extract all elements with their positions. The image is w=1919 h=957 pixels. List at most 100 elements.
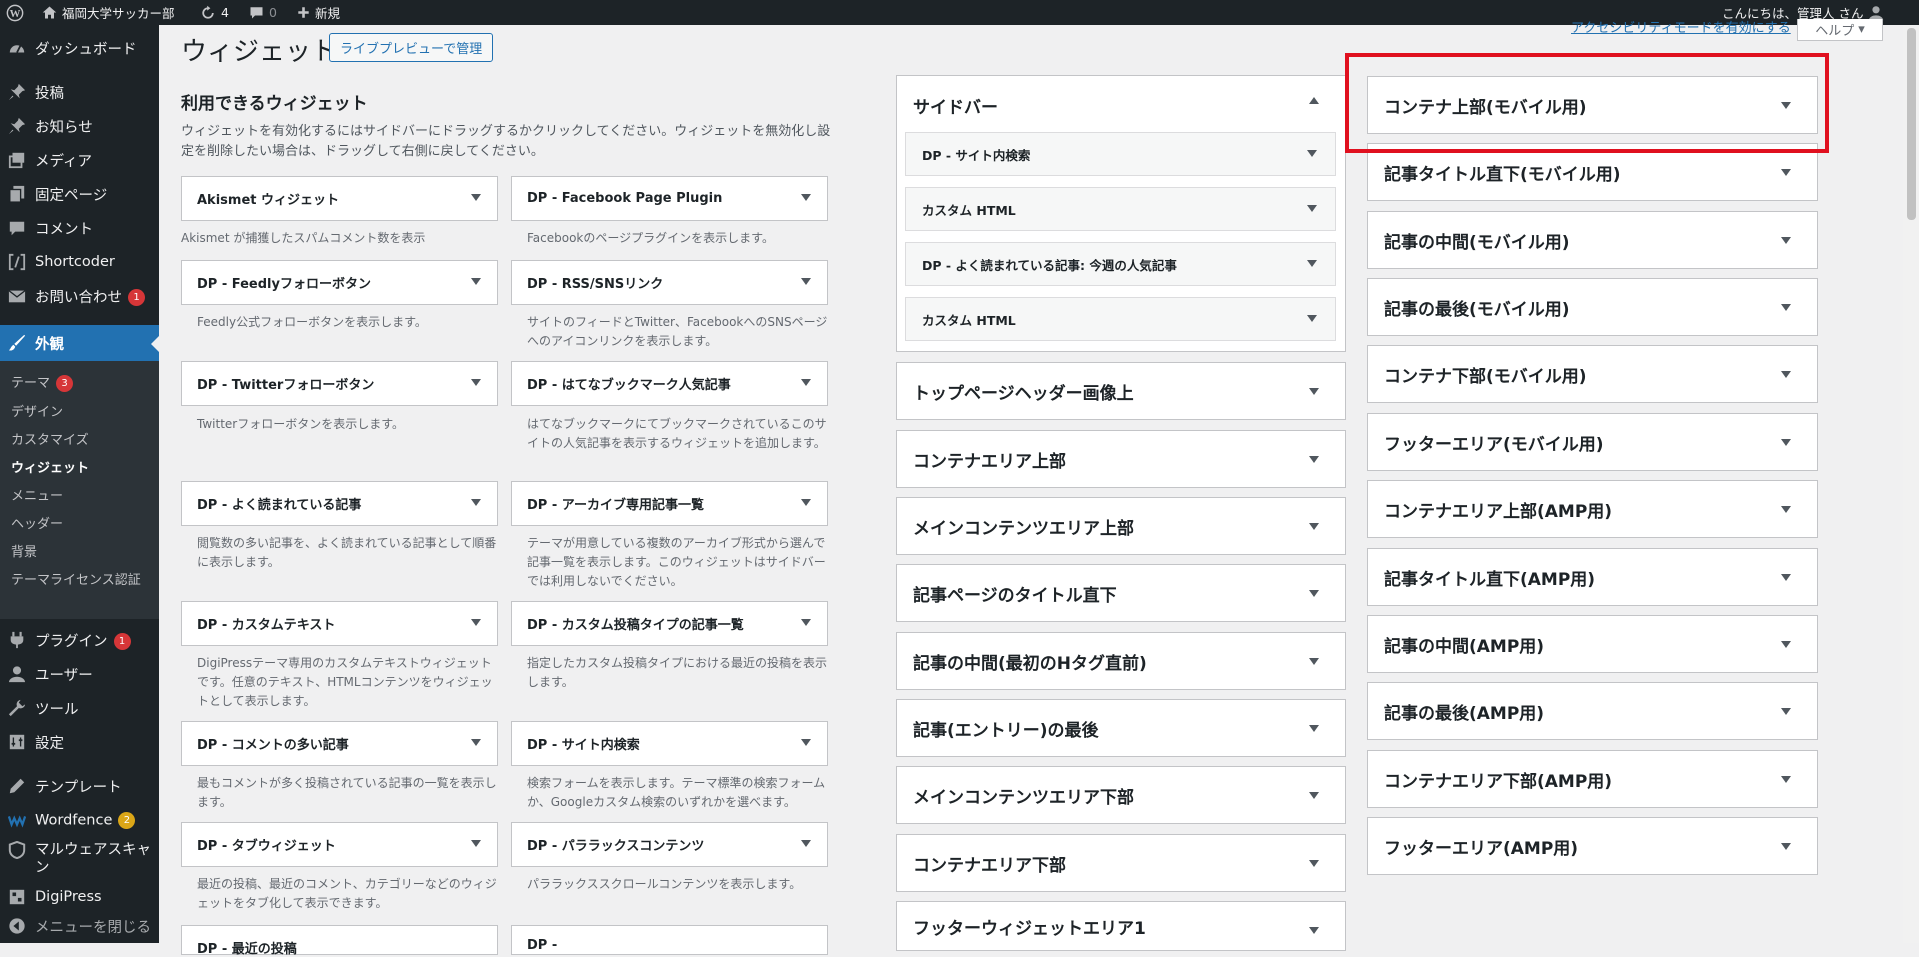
menu-comments[interactable]: コメント [0,213,159,243]
caret-down-icon[interactable] [801,739,811,746]
widget-area[interactable]: メインコンテンツエリア上部 [896,497,1346,555]
widget-area[interactable]: コンテナ下部(モバイル用) [1367,345,1818,403]
caret-down-icon[interactable] [1307,205,1317,212]
caret-down-icon[interactable] [1309,523,1319,530]
submenu-background[interactable]: 背景 [11,541,37,560]
menu-digipress[interactable]: DigiPress [0,882,159,912]
caret-down-icon[interactable] [1309,658,1319,665]
menu-pages[interactable]: 固定ページ [0,179,159,209]
site-name-link[interactable]: 福岡大学サッカー部 [42,0,175,25]
caret-down-icon[interactable] [801,840,811,847]
accessibility-mode-link[interactable]: アクセシビリティモードを有効にする [1571,17,1791,36]
menu-tools[interactable]: ツール [0,693,159,723]
caret-down-icon[interactable] [471,379,481,386]
menu-news[interactable]: お知らせ [0,111,159,141]
widget-area[interactable]: 記事タイトル直下(AMP用) [1367,548,1818,606]
caret-up-icon[interactable] [1309,97,1319,104]
menu-media[interactable]: メディア [0,145,159,175]
menu-plugins[interactable]: プラグイン 1 [0,625,159,655]
widget-area[interactable]: フッターエリア(AMP用) [1367,817,1818,875]
menu-users[interactable]: ユーザー [0,659,159,689]
widget-area[interactable]: 記事の最後(AMP用) [1367,682,1818,740]
caret-down-icon[interactable] [1307,260,1317,267]
caret-down-icon[interactable] [471,499,481,506]
widget-area[interactable]: フッターウィジェットエリア1 [896,901,1346,951]
submenu-menus[interactable]: メニュー [11,485,63,504]
widget-rss-sns[interactable]: DP - RSS/SNSリンク [511,260,828,305]
caret-down-icon[interactable] [1307,150,1317,157]
widget-parallax[interactable]: DP - パララックスコンテンツ [511,822,828,867]
caret-down-icon[interactable] [801,194,811,201]
caret-down-icon[interactable] [471,619,481,626]
caret-down-icon[interactable] [1309,860,1319,867]
sidebar-widget[interactable]: DP - よく読まれている記事: 今週の人気記事 [905,242,1336,286]
widget-area[interactable]: 記事の中間(モバイル用) [1367,211,1818,269]
menu-contact[interactable]: お問い合わせ 1 [0,281,159,311]
caret-down-icon[interactable] [1781,641,1791,648]
widget-site-search[interactable]: DP - サイト内検索 [511,721,828,766]
caret-down-icon[interactable] [1781,708,1791,715]
widget-twitter[interactable]: DP - Twitterフォローボタン [181,361,498,406]
menu-appearance[interactable]: 外観 [0,325,159,361]
caret-down-icon[interactable] [1309,456,1319,463]
caret-down-icon[interactable] [1781,574,1791,581]
menu-settings[interactable]: 設定 [0,727,159,757]
menu-template[interactable]: テンプレート [0,771,159,801]
widget-area[interactable]: 記事ページのタイトル直下 [896,564,1346,622]
submenu-customize[interactable]: カスタマイズ [11,429,89,448]
caret-down-icon[interactable] [471,194,481,201]
widget-custom-post-type[interactable]: DP - カスタム投稿タイプの記事一覧 [511,601,828,646]
sidebar-widget[interactable]: カスタム HTML [905,187,1336,231]
widget-custom-text[interactable]: DP - カスタムテキスト [181,601,498,646]
caret-down-icon[interactable] [1781,843,1791,850]
widget-partial[interactable]: DP - [511,925,828,955]
collapse-menu-button[interactable]: メニューを閉じる [0,911,159,941]
menu-posts[interactable]: 投稿 [0,77,159,107]
live-preview-button[interactable]: ライブプレビューで管理 [329,33,494,62]
menu-dashboard[interactable]: ダッシュボード [0,33,159,63]
new-content-link[interactable]: 新規 [297,0,340,25]
widget-recent-posts[interactable]: DP - 最近の投稿 [181,925,498,957]
widget-popular-posts[interactable]: DP - よく読まれている記事 [181,481,498,526]
caret-down-icon[interactable] [471,739,481,746]
menu-wordfence[interactable]: Wordfence 2 [0,805,159,835]
caret-down-icon[interactable] [1781,169,1791,176]
submenu-license[interactable]: テーマライセンス認証 [11,569,141,588]
widget-area[interactable]: 記事の最後(モバイル用) [1367,278,1818,336]
caret-down-icon[interactable] [1781,371,1791,378]
caret-down-icon[interactable] [1309,927,1319,934]
widget-area[interactable]: 記事の中間(最初のHタグ直前) [896,632,1346,690]
widget-tab[interactable]: DP - タブウィジェット [181,822,498,867]
caret-down-icon[interactable] [801,278,811,285]
caret-down-icon[interactable] [1781,439,1791,446]
widget-area[interactable]: コンテナエリア上部 [896,430,1346,488]
caret-down-icon[interactable] [471,840,481,847]
submenu-design[interactable]: デザイン [11,401,63,420]
widget-archive-list[interactable]: DP - アーカイブ専用記事一覧 [511,481,828,526]
caret-down-icon[interactable] [1781,776,1791,783]
menu-malware-scan[interactable]: マルウェアスキャ ン [0,837,159,881]
widget-most-commented[interactable]: DP - コメントの多い記事 [181,721,498,766]
caret-down-icon[interactable] [1307,315,1317,322]
submenu-themes[interactable]: テーマ 3 [11,372,74,392]
widget-area[interactable]: メインコンテンツエリア下部 [896,766,1346,824]
widget-area[interactable]: トップページヘッダー画像上 [896,362,1346,420]
sidebar-widget[interactable]: カスタム HTML [905,297,1336,341]
caret-down-icon[interactable] [801,499,811,506]
menu-shortcoder[interactable]: Shortcoder [0,247,159,277]
caret-down-icon[interactable] [1309,725,1319,732]
widget-area[interactable]: コンテナエリア下部(AMP用) [1367,750,1818,808]
widget-area-title[interactable]: サイドバー [913,93,998,118]
caret-down-icon[interactable] [801,379,811,386]
widget-facebook[interactable]: DP - Facebook Page Plugin [511,176,828,221]
submenu-header[interactable]: ヘッダー [11,513,63,532]
widget-area[interactable]: 記事の中間(AMP用) [1367,615,1818,673]
scrollbar-thumb[interactable] [1907,28,1916,220]
help-tab[interactable]: ヘルプ ▾ [1797,19,1883,41]
widget-area[interactable]: フッターエリア(モバイル用) [1367,413,1818,471]
widget-hatena[interactable]: DP - はてなブックマーク人気記事 [511,361,828,406]
widget-area[interactable]: コンテナエリア上部(AMP用) [1367,480,1818,538]
caret-down-icon[interactable] [801,619,811,626]
widget-akismet[interactable]: Akismet ウィジェット [181,176,498,221]
sidebar-widget[interactable]: DP - サイト内検索 [905,132,1336,176]
